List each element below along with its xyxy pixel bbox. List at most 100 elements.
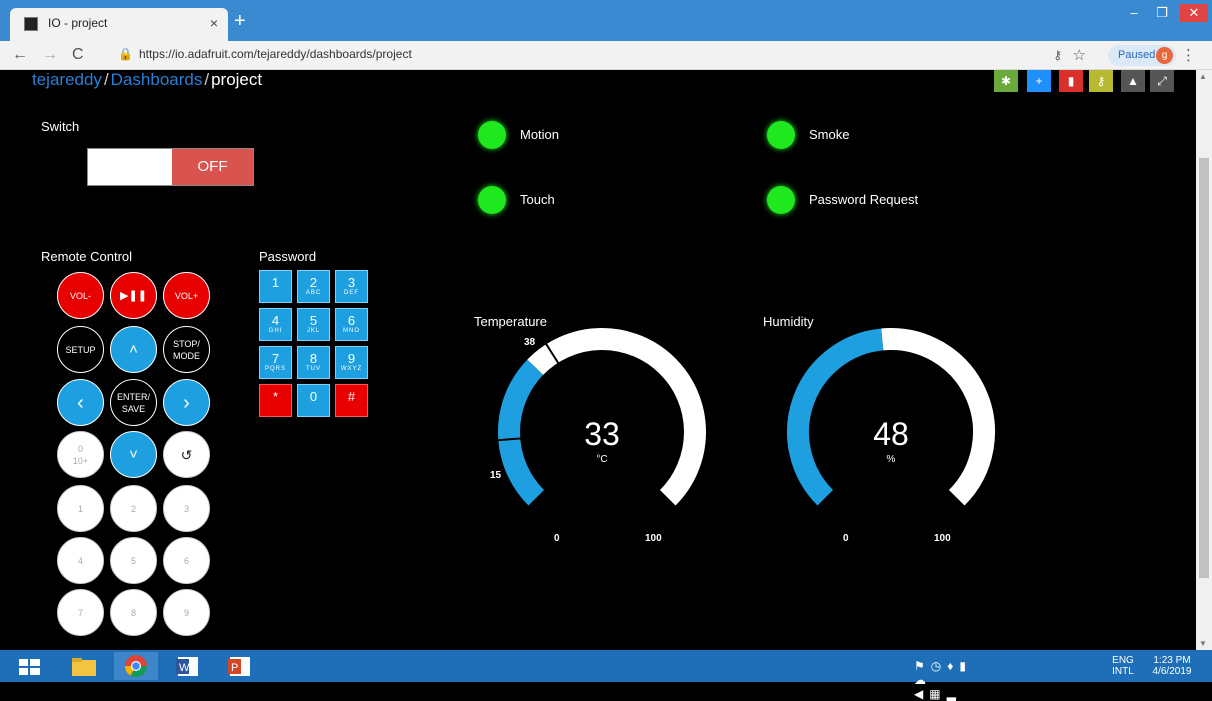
temperature-gauge-fill — [498, 359, 545, 506]
star-icon[interactable]: ☆ — [1073, 46, 1086, 64]
keypad-key-5[interactable]: 5 JKL — [297, 308, 330, 341]
reload-button[interactable]: C — [72, 46, 84, 64]
settings-button[interactable]: ✱ — [994, 70, 1018, 92]
keypad-key-6[interactable]: 6 MNO — [335, 308, 368, 341]
right-button[interactable]: › — [163, 379, 210, 426]
tab-title: IO - project — [48, 16, 108, 30]
digit-button-3[interactable]: 3 — [163, 485, 210, 532]
temperature-low-tick — [497, 437, 522, 442]
keypad-key-0[interactable]: 0 — [297, 384, 330, 417]
scroll-up-icon[interactable]: ▲ — [1199, 72, 1207, 81]
forward-button[interactable]: → — [42, 46, 58, 64]
back-button[interactable]: ← — [12, 46, 28, 64]
digit-button-6[interactable]: 6 — [163, 537, 210, 584]
key-button[interactable]: ⚷ — [1089, 70, 1113, 92]
minimize-button[interactable]: – — [1120, 4, 1148, 22]
digit-button-4[interactable]: 4 — [57, 537, 104, 584]
temperature-high-mark: 38 — [524, 337, 536, 348]
digit-button-7[interactable]: 7 — [57, 589, 104, 636]
breadcrumb-user[interactable]: tejareddy — [32, 70, 102, 89]
keypad-letters: ABC — [305, 290, 322, 296]
keypad-key-2[interactable]: 2 ABC — [297, 270, 330, 303]
lock-button[interactable]: ▲ — [1121, 70, 1145, 92]
motion-indicator — [478, 121, 506, 149]
digit-button-2[interactable]: 2 — [110, 485, 157, 532]
keypad-key-star[interactable]: * — [259, 384, 292, 417]
keypad-digit: 3 — [347, 275, 356, 290]
enter-save-button[interactable]: ENTER/ SAVE — [110, 379, 157, 426]
up-button[interactable]: ˄ — [110, 326, 157, 373]
digit-button-9[interactable]: 9 — [163, 589, 210, 636]
scrollbar-thumb[interactable] — [1199, 158, 1209, 578]
stop-mode-button[interactable]: STOP/ MODE — [163, 326, 210, 373]
tab-close-icon[interactable]: × — [210, 15, 218, 31]
menu-icon[interactable]: ⋮ — [1181, 46, 1196, 64]
page-title: project — [211, 70, 263, 89]
touch-label: Touch — [520, 192, 555, 207]
add-block-button[interactable]: + — [1027, 70, 1051, 92]
humidity-min: 0 — [843, 533, 849, 544]
plus-icon: + — [1035, 74, 1043, 88]
url-field[interactable]: 🔒 https://io.adafruit.com/tejareddy/dashb… — [118, 47, 412, 61]
powerpoint-button[interactable]: P — [218, 652, 262, 680]
digit-button-8[interactable]: 8 — [110, 589, 157, 636]
lock-icon: ▲ — [1127, 74, 1139, 88]
file-explorer-button[interactable] — [62, 652, 106, 680]
zero-ten-button[interactable]: 0 10+ — [57, 431, 104, 478]
keypad-letters: MNO — [343, 328, 360, 334]
keypad-digit: 2 — [309, 275, 318, 290]
smoke-label: Smoke — [809, 127, 850, 142]
delete-button[interactable]: ▮ — [1059, 70, 1083, 92]
expand-icon: ⤢ — [1157, 74, 1167, 88]
clock[interactable]: 1:23 PM 4/6/2019 — [1144, 655, 1200, 677]
play-pause-button[interactable]: ▶❚❚ — [110, 272, 157, 319]
switch-label: Switch — [41, 119, 80, 134]
password-request-indicator — [767, 186, 795, 214]
profile-paused-button[interactable]: Paused g — [1108, 45, 1176, 66]
browser-tab-bar: IO - project × + – ❐ ✕ — [0, 0, 1212, 41]
url-text: https://io.adafruit.com/tejareddy/dashbo… — [138, 47, 412, 61]
switch-state: OFF — [172, 149, 253, 185]
tray-icons[interactable]: ⚑◷♦▮☁◀▦▂ — [914, 659, 972, 701]
keypad-key-hash[interactable]: # — [335, 384, 368, 417]
chrome-button[interactable] — [114, 652, 158, 680]
vol-down-button[interactable]: VOL- — [57, 272, 104, 319]
digit-button-5[interactable]: 5 — [110, 537, 157, 584]
temperature-unit: °C — [596, 454, 608, 465]
password-request-label: Password Request — [809, 192, 919, 207]
keypad-digit: 0 — [309, 389, 318, 404]
digit-button-1[interactable]: 1 — [57, 485, 104, 532]
left-button[interactable]: ‹ — [57, 379, 104, 426]
scroll-down-icon[interactable]: ▼ — [1199, 639, 1207, 648]
humidity-value: 48 — [873, 416, 909, 452]
setup-button[interactable]: SETUP — [57, 326, 104, 373]
keypad-key-7[interactable]: 7 PQRS — [259, 346, 292, 379]
back-button-remote[interactable]: ↺ — [163, 431, 210, 478]
return-icon: ↺ — [180, 446, 193, 463]
close-window-button[interactable]: ✕ — [1180, 4, 1208, 22]
browser-tab[interactable]: IO - project × — [10, 8, 228, 41]
start-button[interactable] — [8, 652, 52, 680]
motion-label: Motion — [520, 127, 560, 142]
restore-button[interactable]: ❐ — [1148, 4, 1176, 22]
switch-toggle[interactable]: OFF — [87, 148, 254, 186]
word-button[interactable]: W — [166, 652, 210, 680]
keypad-digit: 1 — [271, 275, 280, 290]
vol-up-button[interactable]: VOL+ — [163, 272, 210, 319]
keypad-key-9[interactable]: 9 WXYZ — [335, 346, 368, 379]
keypad-letters: GHI — [268, 328, 283, 334]
page-scrollbar[interactable]: ▲ ▼ — [1196, 70, 1212, 650]
language-indicator[interactable]: ENG INTL — [1108, 655, 1138, 677]
svg-text:W: W — [179, 662, 190, 674]
new-tab-button[interactable]: + — [234, 10, 246, 33]
address-bar: ← → C 🔒 https://io.adafruit.com/tejareddy… — [0, 41, 1212, 70]
key-icon[interactable]: ⚷ — [1053, 48, 1062, 62]
breadcrumb-dashboards[interactable]: Dashboards — [111, 70, 203, 89]
keypad-key-3[interactable]: 3 DEF — [335, 270, 368, 303]
keypad-key-4[interactable]: 4 GHI — [259, 308, 292, 341]
down-button[interactable]: ˅ — [110, 431, 157, 478]
fullscreen-button[interactable]: ⤢ — [1150, 70, 1174, 92]
trash-icon: ▮ — [1067, 74, 1075, 88]
keypad-key-8[interactable]: 8 TUV — [297, 346, 330, 379]
keypad-key-1[interactable]: 1 — [259, 270, 292, 303]
